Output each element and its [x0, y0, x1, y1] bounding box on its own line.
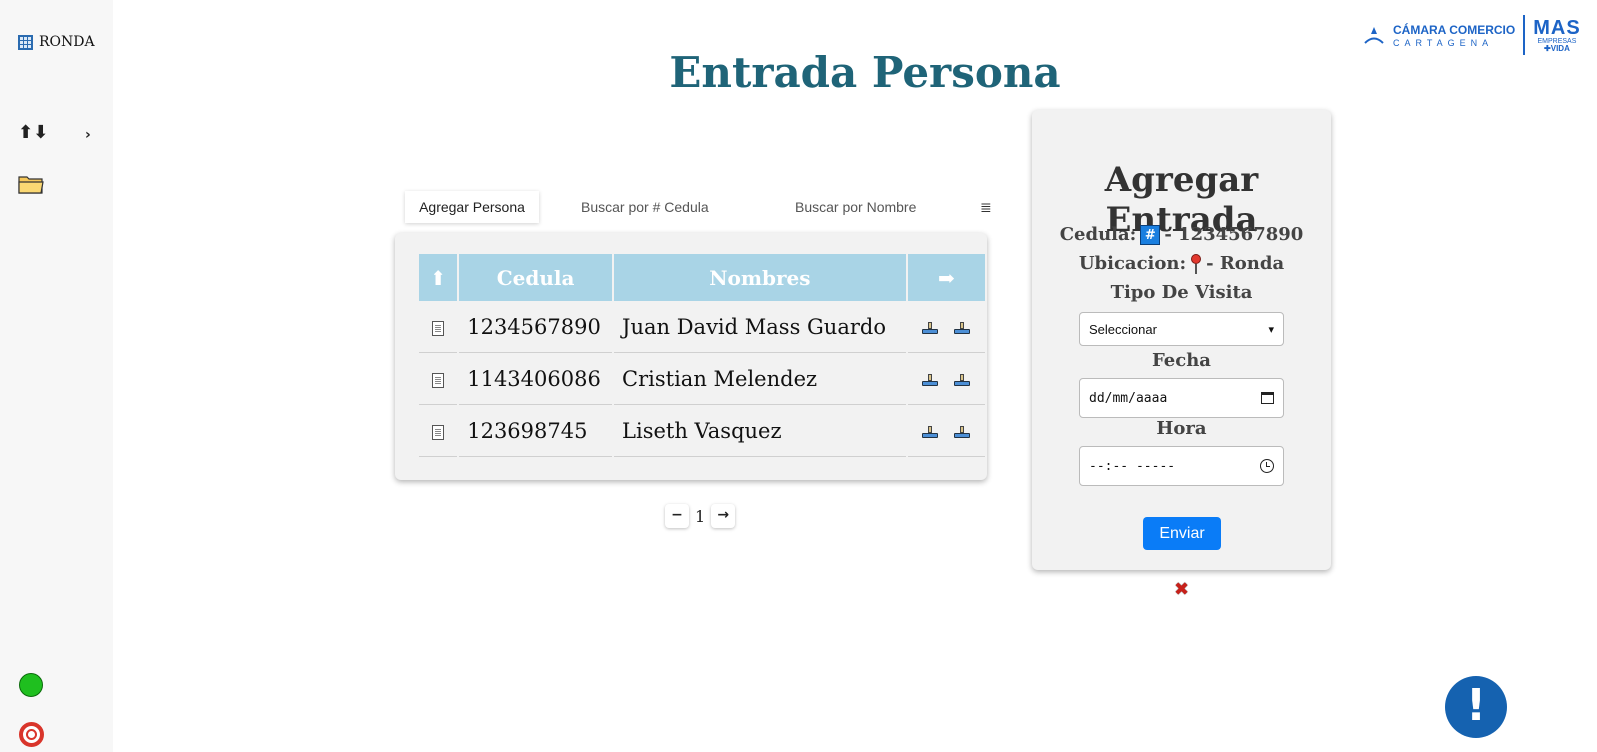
sidebar: RONDA ⬆⬇ › — [0, 0, 113, 752]
entry-stamp-icon[interactable] — [922, 426, 939, 438]
logo-mark-icon — [1364, 27, 1384, 44]
tab-search-cedula[interactable]: Buscar por # Cedula — [581, 191, 709, 223]
hora-label: Hora — [1156, 418, 1207, 439]
cedula-line: Cedula: # - 1234567890 — [1032, 224, 1331, 245]
page-title: Entrada Persona — [669, 48, 1061, 97]
table-row: 123698745 Liseth Vasquez — [419, 405, 985, 457]
fecha-input[interactable]: dd/mm/aaaa — [1079, 378, 1284, 418]
cedula-cell: 1143406086 — [459, 353, 613, 405]
table-row: 1143406086 Cristian Melendez — [419, 353, 985, 405]
add-entry-form: Agregar Entrada Cedula: # - 1234567890 U… — [1032, 110, 1331, 570]
people-table-card: ⬆ Cedula Nombres ➡ 1234567890 Juan David… — [395, 233, 987, 480]
nombres-cell: Juan David Mass Guardo — [614, 301, 906, 353]
green-circle-icon[interactable] — [19, 673, 43, 697]
cedula-cell: 123698745 — [459, 405, 613, 457]
pagination: − 1 → — [665, 504, 736, 528]
document-icon[interactable] — [432, 372, 445, 388]
tab-add-person[interactable]: Agregar Persona — [405, 191, 539, 223]
close-icon[interactable]: ✖ — [1174, 579, 1189, 600]
action-column-header: ➡ — [907, 254, 985, 301]
logo-line1: CÁMARA COMERCIO — [1393, 22, 1516, 37]
people-table: ⬆ Cedula Nombres ➡ 1234567890 Juan David… — [417, 254, 987, 457]
chevron-right-icon[interactable]: › — [85, 127, 91, 143]
ubicacion-label: Ubicacion: — [1078, 253, 1187, 274]
exit-stamp-icon[interactable] — [954, 322, 971, 334]
ubicacion-line: Ubicacion: - Ronda — [1032, 253, 1331, 274]
tipo-visita-label: Tipo De Visita — [1110, 282, 1253, 303]
next-page-button[interactable]: → — [711, 504, 736, 528]
chevron-down-icon: ▾ — [1268, 322, 1274, 336]
tab-search-name[interactable]: Buscar por Nombre — [795, 191, 916, 223]
logo-line2: CARTAGENA — [1393, 37, 1494, 48]
list-icon[interactable]: ≣ — [980, 191, 992, 223]
cedula-value: - 1234567890 — [1164, 224, 1304, 245]
nombres-column-header[interactable]: Nombres — [614, 254, 906, 301]
folder-icon[interactable] — [18, 174, 44, 198]
clock-icon[interactable] — [1260, 459, 1274, 473]
exit-stamp-icon[interactable] — [954, 374, 971, 386]
tab-bar: Agregar Persona Buscar por # Cedula Busc… — [405, 191, 995, 223]
cedula-cell: 1234567890 — [459, 301, 613, 353]
tipo-visita-select[interactable]: Seleccionar ▾ — [1079, 312, 1284, 346]
entry-stamp-icon[interactable] — [922, 322, 939, 334]
ubicacion-value: - Ronda — [1206, 253, 1285, 274]
table-row: 1234567890 Juan David Mass Guardo — [419, 301, 985, 353]
cedula-label: Cedula: — [1059, 224, 1137, 245]
nombres-cell: Liseth Vasquez — [614, 405, 906, 457]
sort-column-header[interactable]: ⬆ — [419, 254, 458, 301]
entry-stamp-icon[interactable] — [922, 374, 939, 386]
enviar-button[interactable]: Enviar — [1143, 517, 1221, 550]
sort-arrows-icon[interactable]: ⬆⬇ — [18, 122, 48, 143]
current-page: 1 — [695, 506, 706, 526]
hash-icon: # — [1140, 224, 1161, 245]
document-icon[interactable] — [432, 320, 445, 336]
fecha-label: Fecha — [1152, 350, 1211, 371]
help-button[interactable]: ! — [1445, 676, 1507, 738]
nombres-cell: Cristian Melendez — [614, 353, 906, 405]
cedula-column-header[interactable]: Cedula — [459, 254, 613, 301]
exit-stamp-icon[interactable] — [954, 426, 971, 438]
location-pin-icon — [1190, 253, 1202, 274]
prev-page-button[interactable]: − — [665, 504, 689, 528]
stop-circle-icon[interactable] — [19, 722, 44, 747]
calendar-icon[interactable] — [1261, 392, 1274, 404]
document-icon[interactable] — [432, 424, 445, 440]
hora-input[interactable]: --:-- ----- — [1079, 446, 1284, 486]
